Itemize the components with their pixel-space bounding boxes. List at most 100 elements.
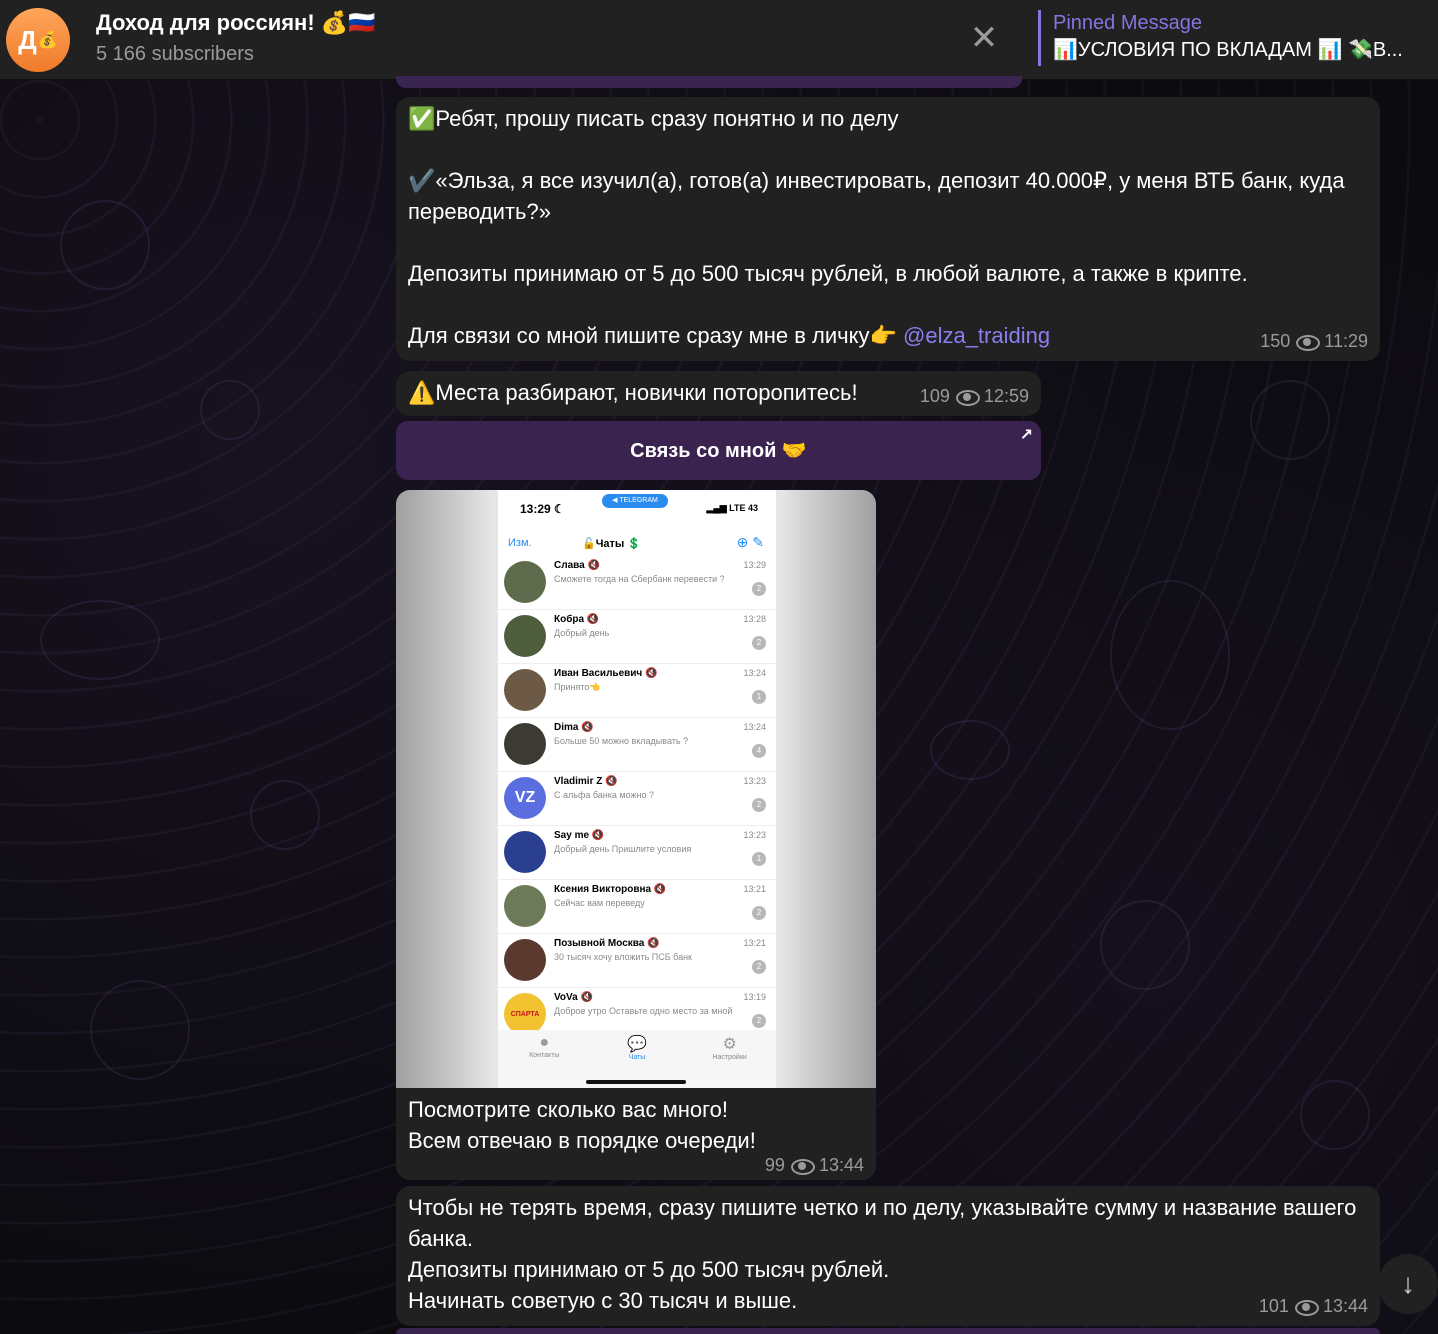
message-time: 12:59 <box>983 386 1029 406</box>
phone-home-indicator <box>586 1080 686 1084</box>
phone-unread-badge: 4 <box>752 744 766 758</box>
eye-icon <box>955 389 980 406</box>
phone-chat-preview: Принято👈 <box>554 682 601 692</box>
phone-chat-time: 13:24 <box>743 668 766 678</box>
username-link[interactable]: @elza_traiding <box>903 323 1050 348</box>
avatar-letter: Д <box>18 24 37 55</box>
view-count: 99 <box>764 1155 785 1175</box>
message-meta: 99 13:44 <box>765 1155 864 1176</box>
message-bubble[interactable]: ✅Ребят, прошу писать сразу понятно и по … <box>396 97 1380 361</box>
message-time: 11:29 <box>1324 331 1368 351</box>
phone-chat-avatar <box>504 831 546 873</box>
phone-chat-avatar <box>504 723 546 765</box>
message-time: 13:44 <box>1322 1296 1368 1316</box>
phone-chat-time: 13:24 <box>743 722 766 732</box>
scroll-down-icon[interactable]: ↓ <box>1378 1254 1438 1314</box>
phone-chat-time: 13:23 <box>743 776 766 786</box>
view-count: 101 <box>1258 1296 1289 1316</box>
message-meta: 109 12:59 <box>920 381 1029 412</box>
money-bag-icon: 💰 <box>37 32 58 49</box>
channel-avatar[interactable]: Д 💰 <box>6 8 70 72</box>
phone-unread-badge: 2 <box>752 1014 766 1028</box>
photo-message[interactable]: 13:29 ☾ ◀ TELEGRAM ▂▄▆ LTE 43 Изм. 🔓Чаты… <box>396 490 876 1180</box>
contact-me-button[interactable]: Связь со мной 🤝 ↗ <box>396 421 1041 480</box>
phone-edit: Изм. <box>508 537 532 549</box>
eye-icon <box>1294 1299 1319 1316</box>
phone-chat-preview: Добрый день Пришлите условия <box>554 844 692 854</box>
phone-chat-preview: Сейчас вам переведу <box>554 898 645 908</box>
phone-chat-name: Ксения Викторовна 🔇 <box>554 884 667 895</box>
phone-chat-row: Ксения Викторовна 🔇 Сейчас вам переведу 13… <box>498 880 776 934</box>
phone-chat-row: Dima 🔇 Больше 50 можно вкладывать ? 13:24 4 <box>498 718 776 772</box>
phone-chat-row: Say me 🔇 Добрый день Пришлите условия 13:2… <box>498 826 776 880</box>
subscriber-count: 5 166 subscribers <box>96 43 254 65</box>
phone-chat-name: Слава 🔇 <box>554 560 600 571</box>
channel-header: Д 💰 Доход для россиян! 💰🇷🇺 5 166 subscrib… <box>0 0 1438 80</box>
previous-button-edge <box>396 76 1022 88</box>
phone-chat-avatar: СПАРТА <box>504 993 546 1035</box>
phone-chat-time: 13:28 <box>743 614 766 624</box>
phone-chat-avatar <box>504 885 546 927</box>
channel-title[interactable]: Доход для россиян! 💰🇷🇺 <box>96 10 376 36</box>
phone-chat-name: Say me 🔇 <box>554 830 605 841</box>
phone-signal: ▂▄▆ LTE 43 <box>706 503 758 513</box>
contact-button-label: Связь со мной 🤝 <box>630 440 807 462</box>
phone-time: 13:29 ☾ <box>520 502 565 516</box>
phone-status-bar: 13:29 ☾ ◀ TELEGRAM ▂▄▆ LTE 43 <box>498 490 776 526</box>
phone-tab-label: Контакты <box>529 1052 560 1059</box>
message-text: Чтобы не терять время, сразу пишите четк… <box>408 1195 1357 1313</box>
message-bubble[interactable]: Чтобы не терять время, сразу пишите четк… <box>396 1186 1380 1326</box>
message-text: ✅Ребят, прошу писать сразу понятно и по … <box>408 106 1345 348</box>
phone-chat-time: 13:19 <box>743 992 766 1002</box>
phone-chat-preview: Доброе утро Оставьте одно место за мной <box>554 1006 733 1016</box>
message-meta: 150 11:29 <box>1260 326 1368 357</box>
phone-chat-avatar <box>504 561 546 603</box>
message-time: 13:44 <box>818 1155 864 1175</box>
phone-unread-badge: 1 <box>752 852 766 866</box>
message-meta: 101 13:44 <box>1259 1291 1368 1322</box>
phone-tab-icon: ⚙ <box>722 1036 737 1053</box>
phone-chat-row: VZ Vladimir Z 🔇 С альфа банка можно ? 13:23… <box>498 772 776 826</box>
close-icon[interactable]: ✕ <box>966 20 1002 56</box>
phone-chat-name: Кобра 🔇 <box>554 614 600 625</box>
phone-tab-icon: 💬 <box>627 1036 647 1053</box>
phone-chat-time: 13:23 <box>743 830 766 840</box>
phone-chat-preview: Добрый день <box>554 628 610 638</box>
external-link-icon: ↗ <box>1019 427 1033 444</box>
phone-chat-row: Позывной Москва 🔇 30 тысяч хочу вложить П… <box>498 934 776 988</box>
next-message-edge <box>396 1328 1380 1334</box>
phone-tab: ⚙ Настройки <box>690 1034 770 1088</box>
phone-unread-badge: 2 <box>752 582 766 596</box>
phone-telegram-pill: ◀ TELEGRAM <box>602 494 668 508</box>
phone-tab-label: Чаты <box>628 1054 646 1061</box>
phone-unread-badge: 1 <box>752 690 766 704</box>
view-count: 150 <box>1260 331 1291 351</box>
phone-chat-preview: С альфа банка можно ? <box>554 790 655 800</box>
phone-chat-avatar <box>504 669 546 711</box>
phone-chat-preview: Больше 50 можно вкладывать ? <box>554 736 689 746</box>
phone-chat-avatar <box>504 939 546 981</box>
phone-unread-badge: 2 <box>752 636 766 650</box>
phone-chat-row: Иван Васильевич 🔇 Принято👈 13:24 1 <box>498 664 776 718</box>
phone-chat-name: VoVa 🔇 <box>554 992 593 1003</box>
pinned-message[interactable]: Pinned Message 📊УСЛОВИЯ ПО ВКЛАДАМ 📊 💸В.… <box>1038 10 1430 66</box>
phone-chat-time: 13:29 <box>743 560 766 570</box>
photo-caption: Посмотрите сколько вас много! Всем отвеч… <box>408 1097 756 1153</box>
eye-icon <box>1296 334 1321 351</box>
view-count: 109 <box>919 386 950 406</box>
phone-chat-avatar <box>504 615 546 657</box>
phone-chat-time: 13:21 <box>743 884 766 894</box>
phone-unread-badge: 2 <box>752 798 766 812</box>
phone-screenshot: 13:29 ☾ ◀ TELEGRAM ▂▄▆ LTE 43 Изм. 🔓Чаты… <box>498 490 776 1088</box>
phone-unread-badge: 2 <box>752 906 766 920</box>
phone-nav: Изм. 🔓Чаты 💲 ⊕ ✎ <box>498 530 776 558</box>
phone-chat-name: Vladimir Z 🔇 <box>554 776 618 787</box>
phone-chat-name: Dima 🔇 <box>554 722 594 733</box>
phone-chat-preview: 30 тысяч хочу вложить ПСБ банк <box>554 952 692 962</box>
phone-chat-row: Кобра 🔇 Добрый день 13:28 2 <box>498 610 776 664</box>
message-bubble[interactable]: ⚠️Места разбирают, новички поторопитесь!… <box>396 371 1041 416</box>
phone-chat-time: 13:21 <box>743 938 766 948</box>
screenshot-photo[interactable]: 13:29 ☾ ◀ TELEGRAM ▂▄▆ LTE 43 Изм. 🔓Чаты… <box>396 490 876 1088</box>
eye-icon <box>790 1158 815 1175</box>
phone-chat-name: Иван Васильевич 🔇 <box>554 668 658 679</box>
